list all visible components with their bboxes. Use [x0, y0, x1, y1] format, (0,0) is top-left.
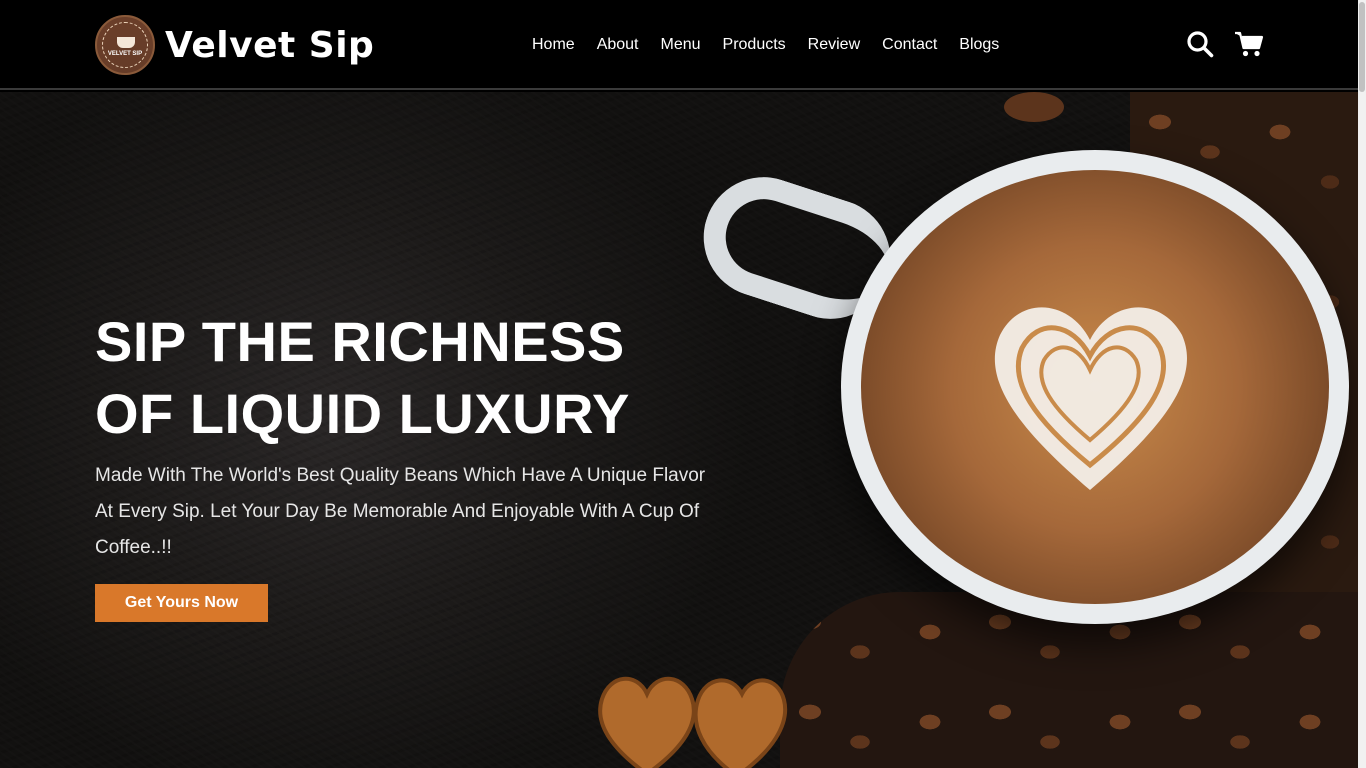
site-header: VELVET SIP Velvet Sip Home About Menu Pr…	[0, 0, 1366, 90]
main-nav: Home About Menu Products Review Contact …	[532, 36, 999, 54]
logo-cup-icon	[117, 37, 135, 48]
hero-title-line-1: SIP THE RICHNESS	[95, 310, 625, 373]
heart-cookies-image	[598, 676, 788, 768]
coffee-bean-image	[1004, 92, 1064, 122]
nav-review[interactable]: Review	[808, 36, 860, 54]
get-yours-now-button[interactable]: Get Yours Now	[95, 584, 268, 622]
brand[interactable]: VELVET SIP Velvet Sip	[95, 15, 374, 75]
nav-menu[interactable]: Menu	[661, 36, 701, 54]
logo-text: VELVET SIP	[107, 51, 143, 57]
nav-products[interactable]: Products	[723, 36, 786, 54]
header-icons	[1186, 30, 1264, 58]
cart-icon[interactable]	[1234, 30, 1264, 58]
logo: VELVET SIP	[95, 15, 155, 75]
nav-contact[interactable]: Contact	[882, 36, 937, 54]
brand-name: Velvet Sip	[165, 24, 375, 66]
latte-art-heart-image	[994, 307, 1187, 490]
hero-description: Made With The World's Best Quality Beans…	[95, 465, 706, 558]
nav-about[interactable]: About	[597, 36, 639, 54]
hero-title: SIP THE RICHNESS OF LIQUID LUXURY	[95, 306, 715, 450]
hero-section: SIP THE RICHNESS OF LIQUID LUXURY Made W…	[0, 92, 1358, 768]
nav-home[interactable]: Home	[532, 36, 575, 54]
hero-title-line-2: OF LIQUID LUXURY	[95, 382, 630, 445]
nav-blogs[interactable]: Blogs	[959, 36, 999, 54]
page-scrollbar[interactable]	[1358, 0, 1366, 768]
search-icon[interactable]	[1186, 30, 1214, 58]
scrollbar-thumb[interactable]	[1359, 2, 1365, 92]
